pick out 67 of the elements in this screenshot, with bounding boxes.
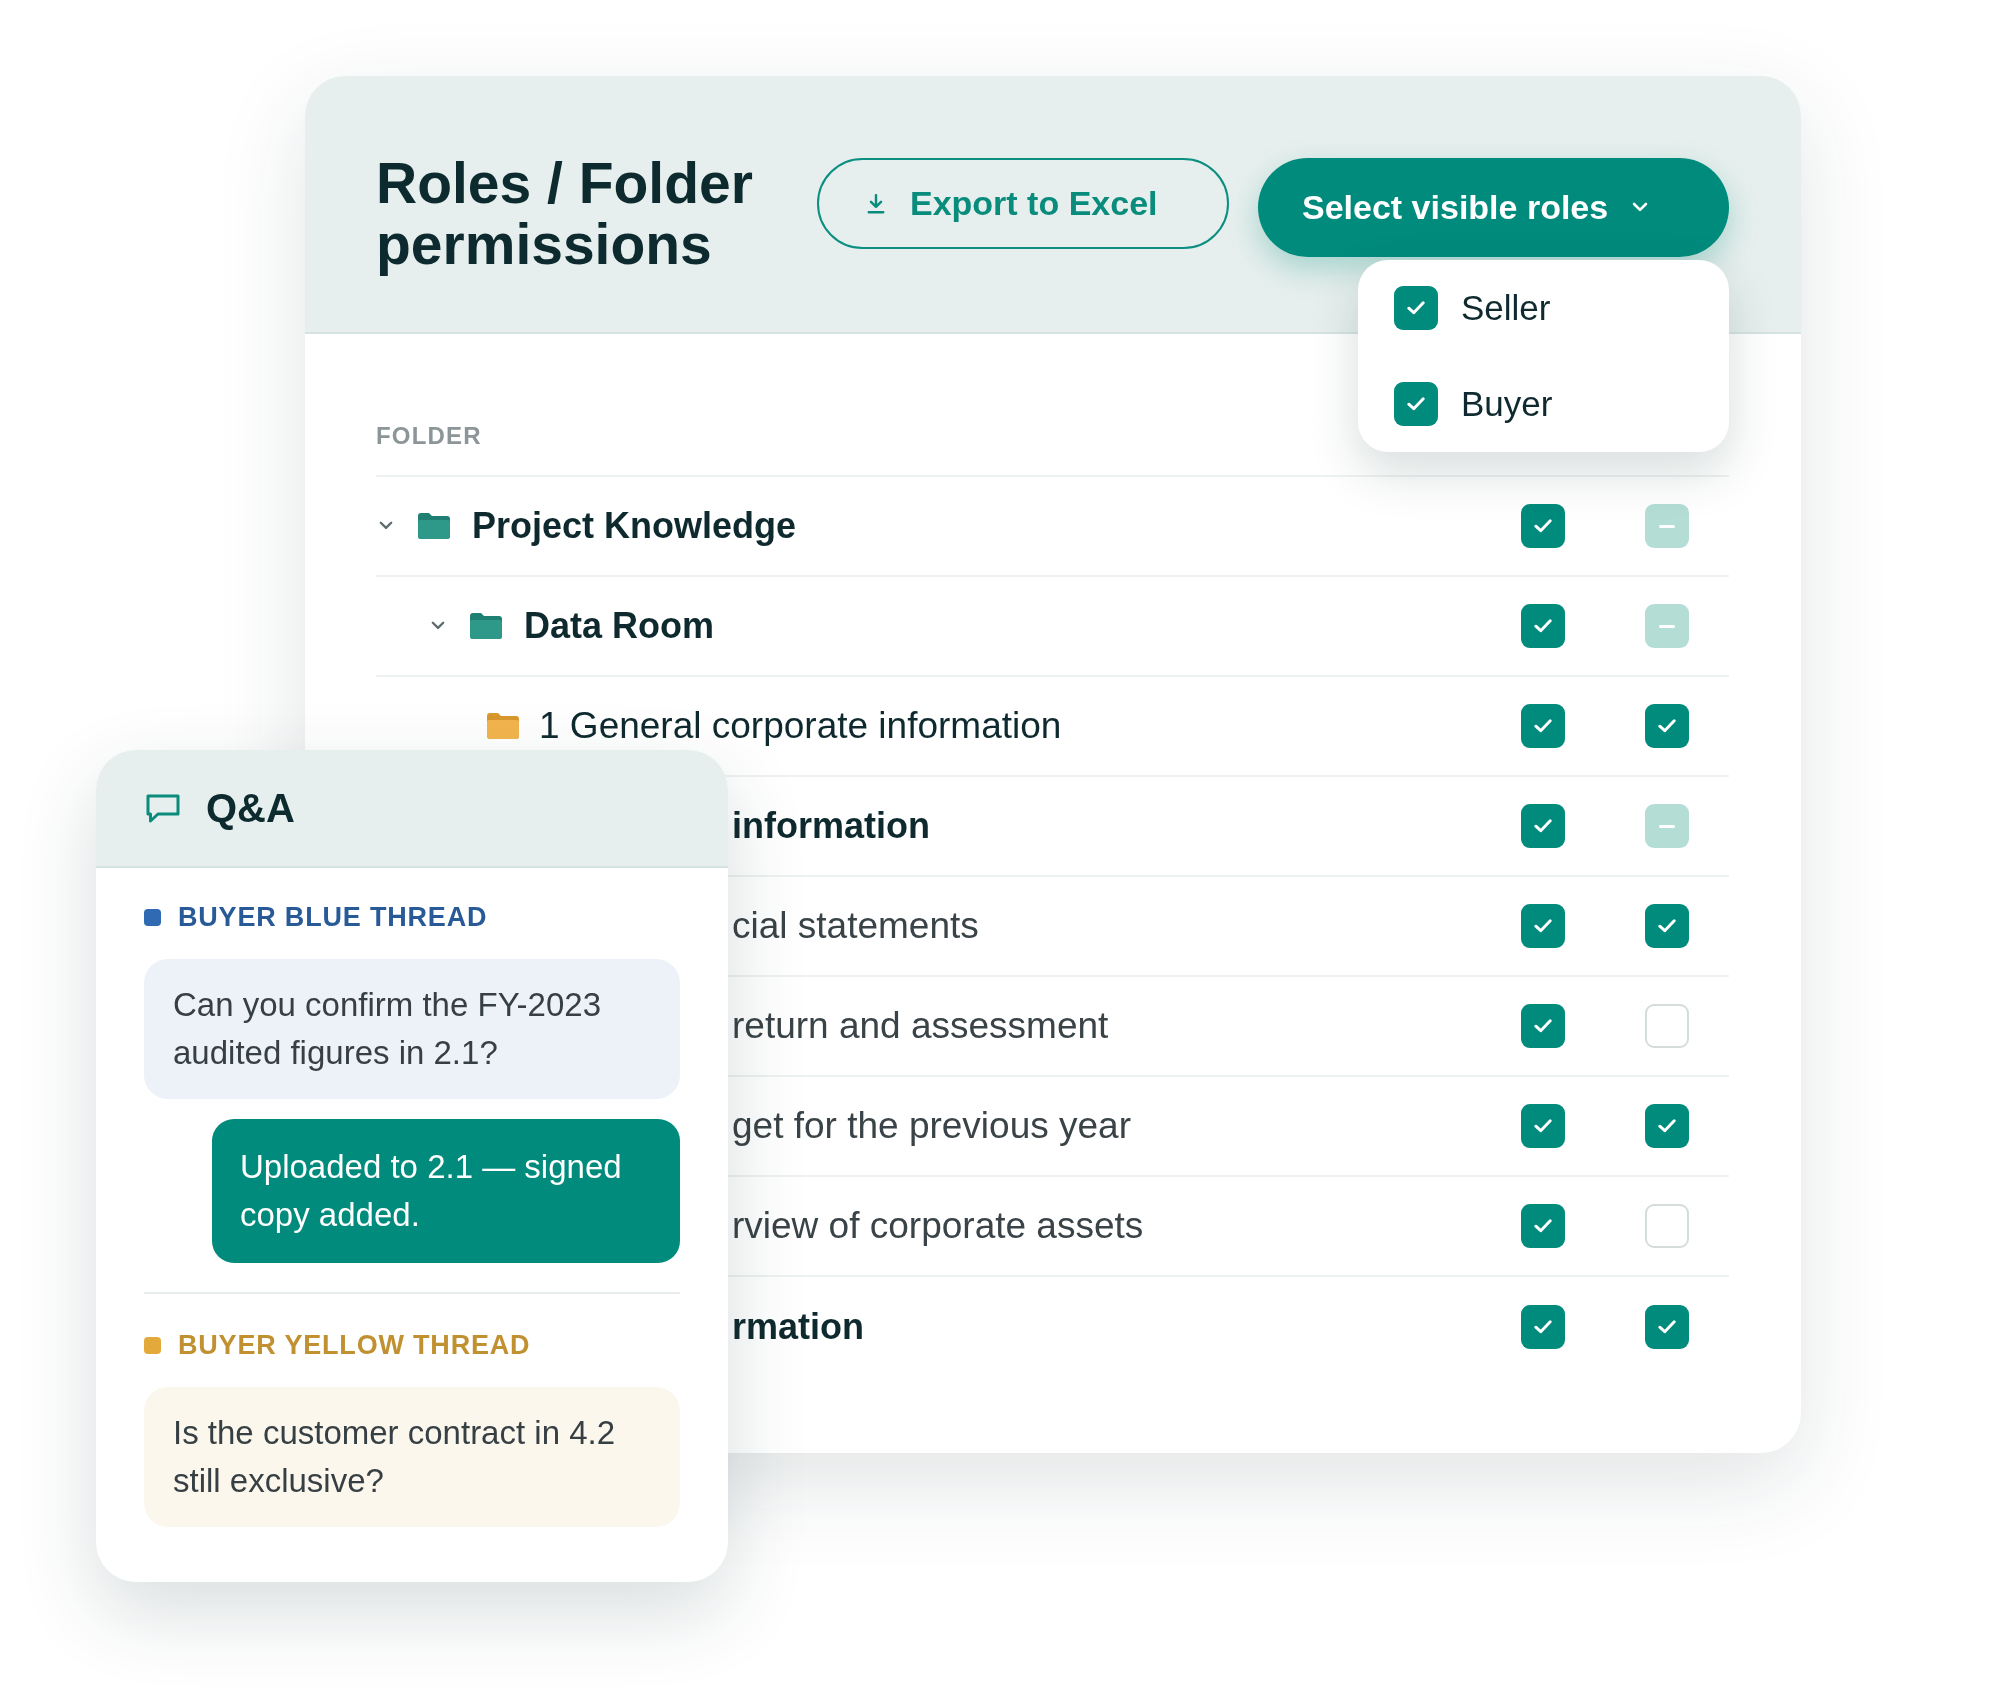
minus-icon (1659, 824, 1675, 828)
folder-icon (418, 513, 450, 539)
page-title: Roles / Folder permissions (376, 153, 754, 275)
check-icon (1534, 1219, 1552, 1233)
role-checkbox[interactable] (1394, 382, 1438, 426)
check-icon (1658, 919, 1676, 933)
check-icon (1534, 919, 1552, 933)
download-icon (867, 193, 885, 214)
minus-icon (1659, 524, 1675, 528)
permission-checkbox[interactable] (1521, 1004, 1565, 1048)
folder-name: cial statements (732, 904, 979, 948)
permission-checkbox[interactable] (1521, 1305, 1565, 1349)
folder-name: rview of corporate assets (732, 1204, 1144, 1248)
column-header: FOLDER (376, 422, 482, 450)
permission-checkbox[interactable] (1521, 604, 1565, 648)
permission-checkbox[interactable] (1645, 804, 1689, 848)
check-icon (1658, 1119, 1676, 1133)
thread-title: BUYER BLUE THREAD (178, 901, 488, 933)
folder-name: return and assessment (732, 1004, 1109, 1048)
folder-icon (487, 713, 519, 739)
permission-checkbox[interactable] (1645, 504, 1689, 548)
folder-icon (470, 613, 502, 639)
question-bubble: Can you confirm the FY-2023 audited figures in 2.1? (144, 959, 680, 1099)
permission-checkbox[interactable] (1645, 604, 1689, 648)
check-icon (1534, 1019, 1552, 1033)
permission-checkbox[interactable] (1645, 704, 1689, 748)
permission-checkbox[interactable] (1645, 1305, 1689, 1349)
check-icon (1534, 619, 1552, 633)
permission-checkbox[interactable] (1645, 1104, 1689, 1148)
permission-checkbox[interactable] (1645, 1004, 1689, 1048)
check-icon (1534, 1119, 1552, 1133)
check-icon (1534, 819, 1552, 833)
permission-checkbox[interactable] (1521, 504, 1565, 548)
permission-checkbox[interactable] (1521, 1104, 1565, 1148)
role-option[interactable]: Buyer (1358, 356, 1729, 452)
folder-name: Project Knowledge (472, 504, 797, 548)
folder-name: information (732, 804, 930, 848)
chevron-down-icon (1632, 202, 1649, 213)
permission-checkbox[interactable] (1645, 1204, 1689, 1248)
minus-icon (1659, 624, 1675, 628)
folder-name: 1 General corporate information (539, 704, 1062, 748)
permission-checkbox[interactable] (1521, 804, 1565, 848)
permission-checkbox[interactable] (1521, 704, 1565, 748)
chevron-down-icon[interactable] (431, 621, 445, 631)
roles-dropdown-button[interactable]: Select visible roles (1258, 158, 1729, 257)
check-icon (1534, 519, 1552, 533)
export-button[interactable]: Export to Excel (817, 158, 1229, 249)
thread-title: BUYER YELLOW THREAD (178, 1329, 531, 1361)
chat-icon (146, 793, 180, 823)
permission-checkbox[interactable] (1645, 904, 1689, 948)
folder-name: get for the previous year (732, 1104, 1131, 1148)
permission-checkbox[interactable] (1521, 904, 1565, 948)
permission-checkbox[interactable] (1521, 1204, 1565, 1248)
check-icon (1658, 719, 1676, 733)
folder-name: rmation (732, 1305, 864, 1349)
check-icon (1534, 1320, 1552, 1334)
check-icon (1407, 301, 1425, 315)
role-option[interactable]: Seller (1358, 260, 1729, 356)
answer-bubble: Uploaded to 2.1 — signed copy added. (212, 1119, 680, 1263)
folder-name: Data Room (524, 604, 715, 648)
question-bubble: Is the customer contract in 4.2 still exclusive? (144, 1387, 680, 1527)
panel-title: Q&A (206, 785, 295, 831)
check-icon (1658, 1320, 1676, 1334)
check-icon (1534, 719, 1552, 733)
chevron-down-icon[interactable] (379, 521, 393, 531)
check-icon (1407, 397, 1425, 411)
role-checkbox[interactable] (1394, 286, 1438, 330)
